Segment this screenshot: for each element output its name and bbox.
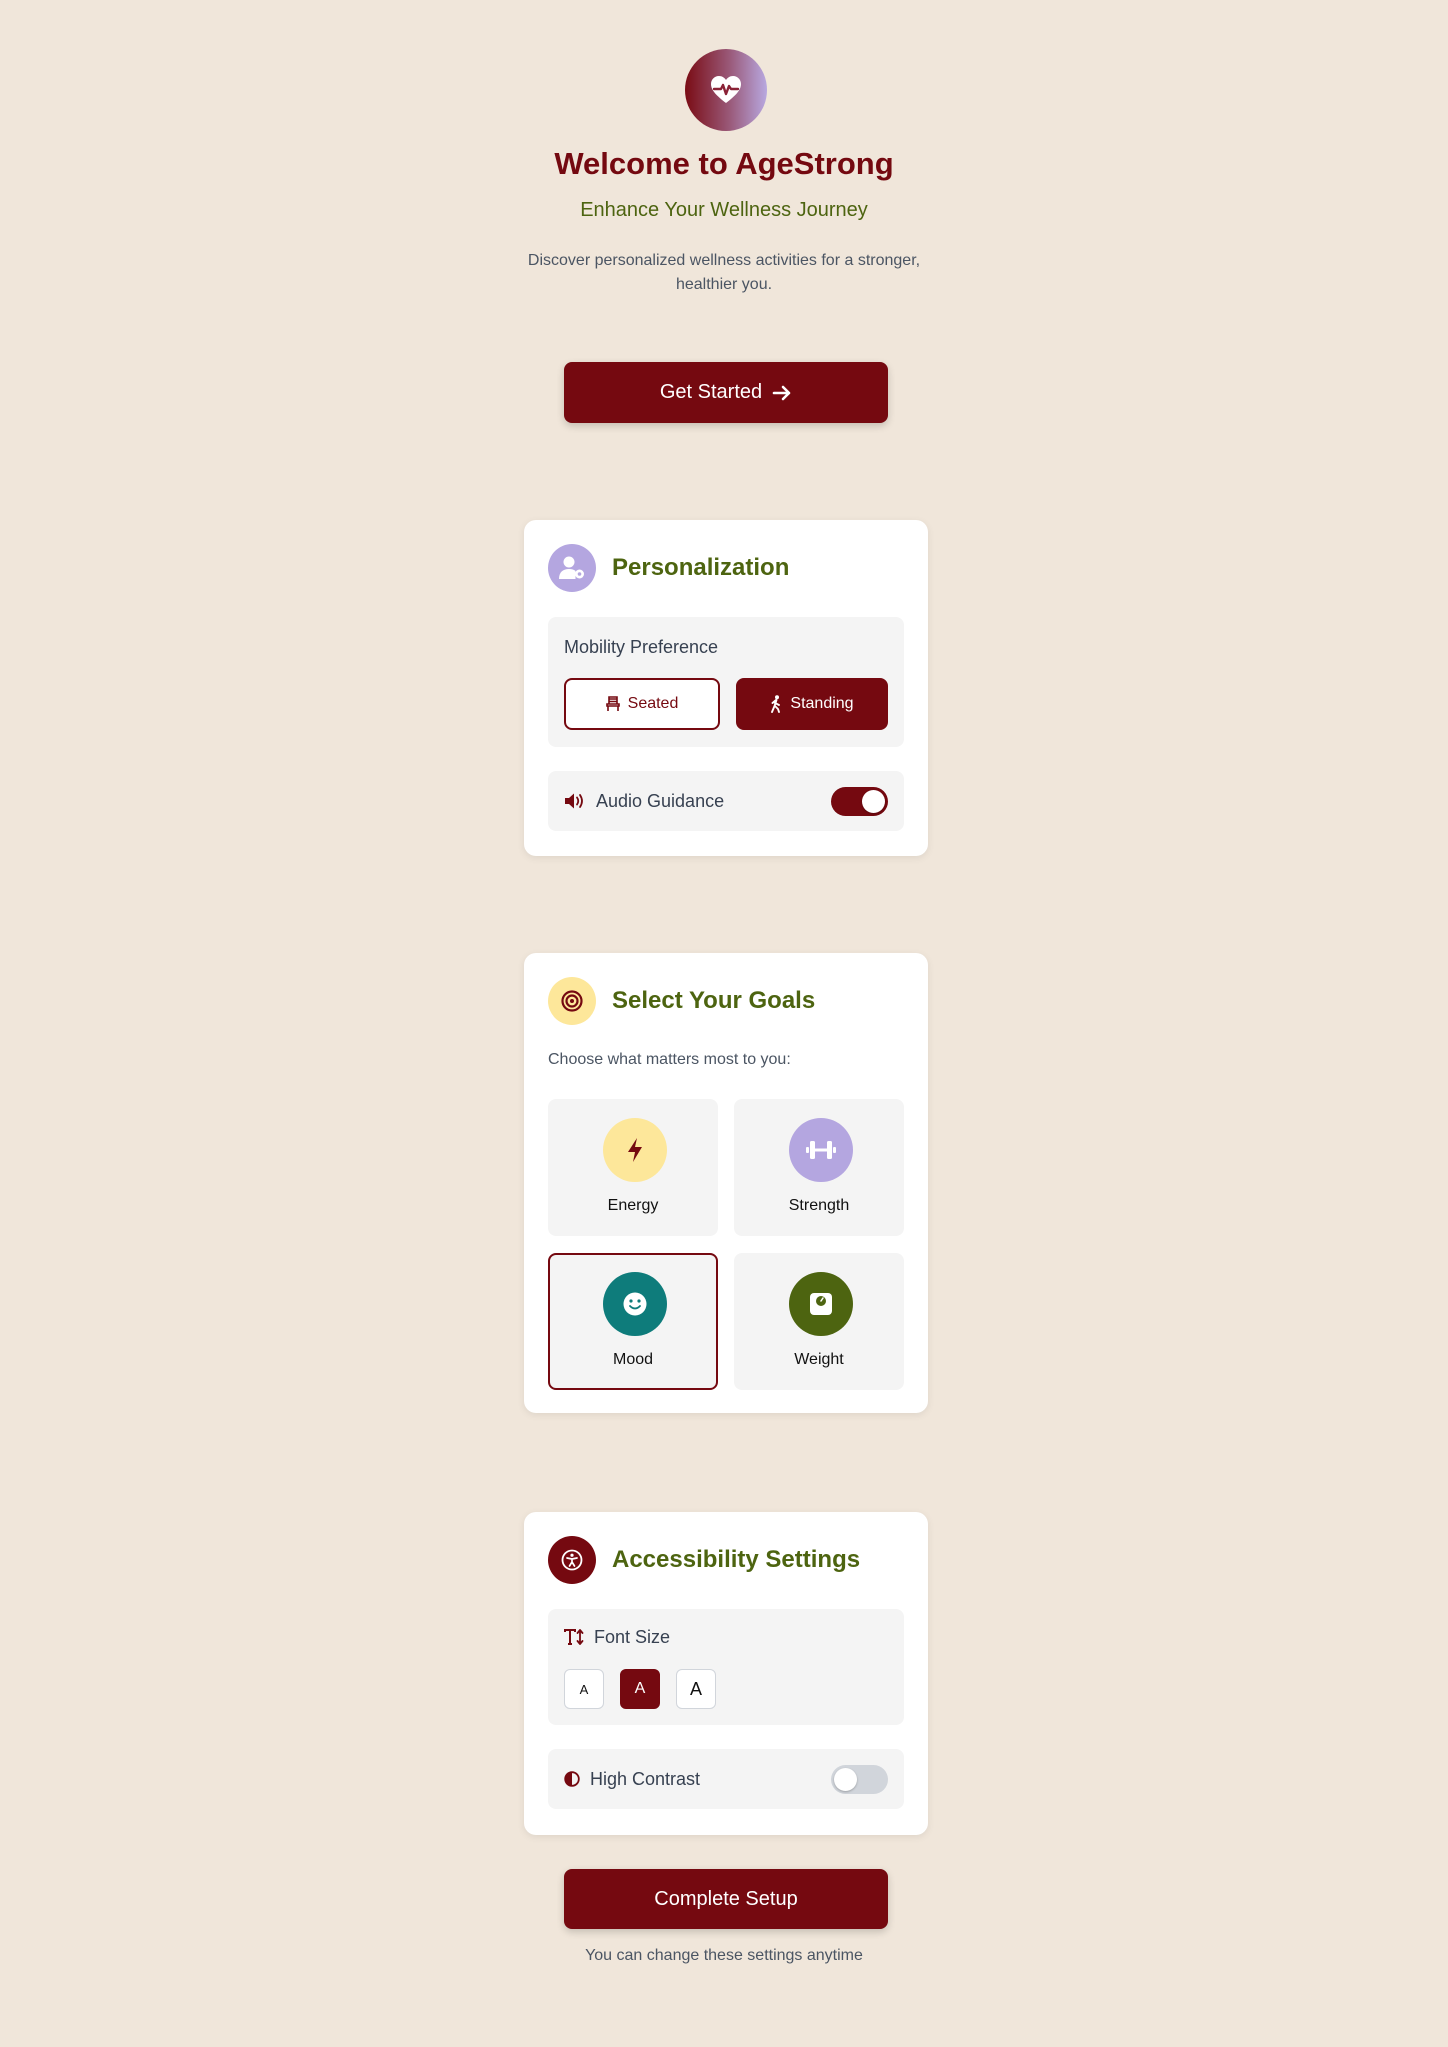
walking-person-icon [771,695,781,713]
smile-icon [603,1272,667,1336]
font-size-label-group: Font Size [564,1609,670,1665]
toggle-knob [862,790,885,813]
goals-header: Select Your Goals [548,977,815,1025]
toggle-knob [834,1768,857,1791]
page-subtitle: Enhance Your Wellness Journey [580,199,868,221]
font-size-small-button[interactable]: A [564,1669,604,1709]
high-contrast-label-group: High Contrast [564,1749,700,1809]
complete-setup-button[interactable]: Complete Setup [564,1869,888,1929]
personalization-card: Personalization Mobility Preference Seat… [524,520,928,856]
dumbbell-icon [789,1118,853,1182]
high-contrast-label: High Contrast [590,1768,701,1789]
font-size-label: Font Size [594,1626,671,1647]
personalization-header: Personalization [548,544,789,592]
page-description: Discover personalized wellness activitie… [527,252,921,293]
font-size-panel: Font Size A A A [548,1609,904,1725]
goal-strength-label: Strength [788,1197,850,1214]
audio-guidance-label: Audio Guidance [596,790,725,811]
personalization-title: Personalization [612,554,790,581]
complete-setup-label: Complete Setup [654,1887,798,1910]
heart-pulse-icon [685,49,767,131]
settings-change-note: You can change these settings anytime [585,1947,863,1964]
high-contrast-toggle[interactable] [831,1765,888,1794]
goal-mood-label: Mood [612,1351,654,1368]
universal-access-icon [548,1536,596,1584]
standing-option-button[interactable]: Standing [736,678,888,730]
font-size-large-button[interactable]: A [676,1669,716,1709]
get-started-label: Get Started [659,381,763,403]
onboarding-page: Welcome to AgeStrong Enhance Your Wellne… [0,0,1448,2047]
arrow-right-icon [772,385,791,400]
chair-icon [605,696,620,711]
goal-weight-tile[interactable]: Weight [734,1253,904,1390]
user-gear-icon [548,544,596,592]
goal-energy-label: Energy [607,1197,659,1214]
goal-energy-tile[interactable]: Energy [548,1099,718,1236]
audio-guidance-label-group: Audio Guidance [564,771,724,831]
scale-icon [789,1272,853,1336]
audio-guidance-row: Audio Guidance [548,771,904,831]
text-height-icon [564,1629,584,1645]
page-title: Welcome to AgeStrong [554,146,894,181]
high-contrast-row: High Contrast [548,1749,904,1809]
goal-strength-tile[interactable]: Strength [734,1099,904,1236]
font-size-medium-button[interactable]: A [620,1669,660,1709]
mobility-preference-label: Mobility Preference [564,637,719,657]
bolt-icon [603,1118,667,1182]
get-started-button[interactable]: Get Started [564,362,888,423]
goal-mood-tile[interactable]: Mood [548,1253,718,1390]
accessibility-title: Accessibility Settings [612,1546,861,1573]
goals-hint: Choose what matters most to you: [548,1051,791,1068]
mobility-preference-panel: Mobility Preference Seated Standing [548,617,904,747]
seated-option-button[interactable]: Seated [564,678,720,730]
accessibility-card: Accessibility Settings Font Size A A A H… [524,1512,928,1835]
seated-option-label: Seated [627,695,679,712]
contrast-icon [564,1771,580,1787]
target-icon [548,977,596,1025]
goals-title: Select Your Goals [612,987,816,1014]
accessibility-header: Accessibility Settings [548,1536,860,1584]
goals-card: Select Your Goals Choose what matters mo… [524,953,928,1413]
speaker-icon [565,793,583,809]
standing-option-label: Standing [790,695,854,712]
goal-weight-label: Weight [794,1351,844,1368]
audio-guidance-toggle[interactable] [831,787,888,816]
